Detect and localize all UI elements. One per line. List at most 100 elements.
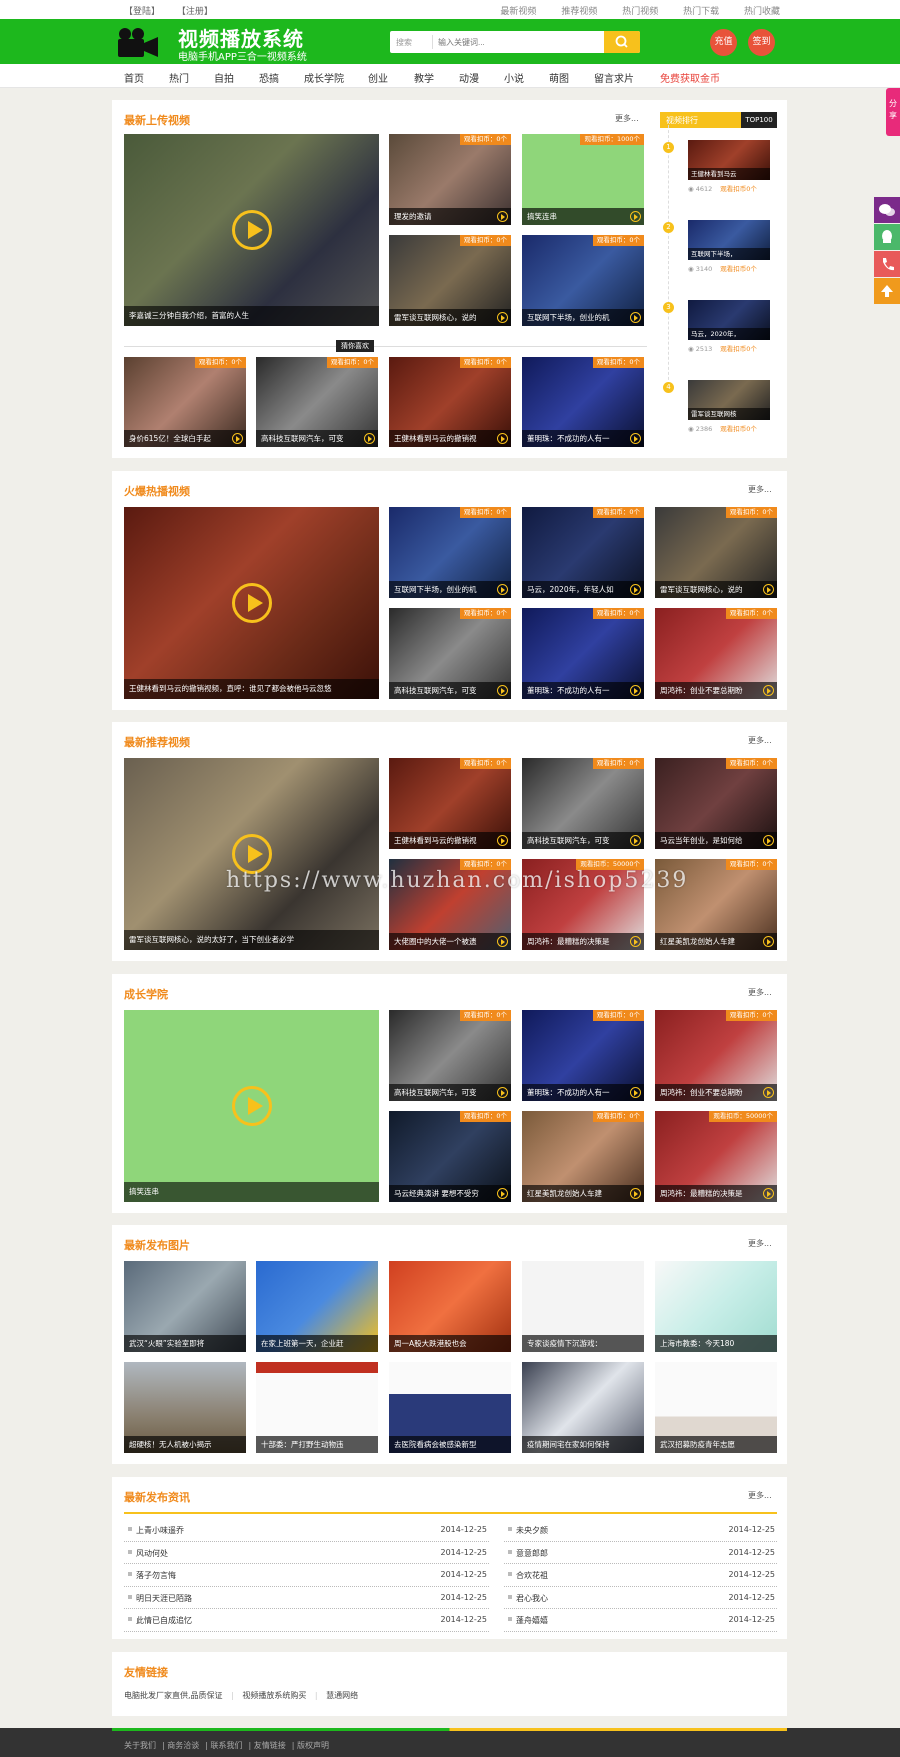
image-thumb[interactable]: 疫情期间宅在家如何保持 bbox=[522, 1362, 644, 1453]
quick-link[interactable]: 热门收藏 bbox=[744, 7, 780, 17]
nav-item[interactable]: 创业 bbox=[368, 70, 388, 85]
news-title[interactable]: 上青小味遥乔 bbox=[128, 1525, 184, 1536]
recharge-button[interactable]: 充值 bbox=[710, 29, 737, 56]
more-link[interactable]: 更多... bbox=[748, 735, 772, 746]
video-thumb[interactable]: 观看扣币：50000个 周鸿祎：最糟糕的决策是 bbox=[655, 1111, 777, 1202]
nav-item[interactable]: 动漫 bbox=[459, 70, 479, 85]
footer-link[interactable]: 版权声明 bbox=[297, 1741, 329, 1750]
nav-item[interactable]: 自拍 bbox=[214, 70, 234, 85]
video-thumb[interactable]: 观看扣币：0个 马云经典演讲 要想不受穷 bbox=[389, 1111, 511, 1202]
rank-item[interactable]: 马云，2020年， ◉ 2513 观看扣币0个 bbox=[688, 300, 770, 353]
nav-item-free-coins[interactable]: 免费获取金币 bbox=[660, 70, 720, 85]
image-thumb[interactable]: 武汉“火眼”实验室即将 bbox=[124, 1261, 246, 1352]
video-thumb[interactable]: 观看扣币：0个 马云，2020年，年轻人如 bbox=[522, 507, 644, 598]
nav-item[interactable]: 留言求片 bbox=[594, 70, 634, 85]
image-thumb[interactable]: 武汉招募防疫青年志愿 bbox=[655, 1362, 777, 1453]
featured-video[interactable]: 李嘉诚三分钟自我介绍，首富的人生 bbox=[124, 134, 379, 326]
footer-link[interactable]: 友情链接 bbox=[254, 1741, 286, 1750]
video-thumb[interactable]: 观看扣币：0个 互联网下半场，创业的机 bbox=[522, 235, 644, 326]
phone-icon[interactable] bbox=[874, 251, 900, 277]
nav-item[interactable]: 恐搞 bbox=[259, 70, 279, 85]
news-title[interactable]: 君心我心 bbox=[508, 1593, 548, 1604]
news-title[interactable]: 明日天涯已陌路 bbox=[128, 1593, 192, 1604]
back-to-top-icon[interactable] bbox=[874, 278, 900, 304]
featured-video[interactable]: 搞笑连串 bbox=[124, 1010, 379, 1202]
nav-item[interactable]: 小说 bbox=[504, 70, 524, 85]
news-item[interactable]: 蓬舟嬉嬉 2014-12-25 bbox=[504, 1609, 777, 1632]
image-thumb[interactable]: 十部委：严打野生动物违 bbox=[256, 1362, 378, 1453]
rank-thumb[interactable]: 雷军谈互联网核 bbox=[688, 380, 770, 420]
image-thumb[interactable]: 专家谈疫情下沉游戏： bbox=[522, 1261, 644, 1352]
video-thumb[interactable]: 观看扣币：0个 红星美凯龙创始人车建 bbox=[522, 1111, 644, 1202]
news-title[interactable]: 落子勿言悔 bbox=[128, 1570, 176, 1581]
footer-link[interactable]: 关于我们 bbox=[124, 1741, 156, 1750]
more-link[interactable]: 更多... bbox=[748, 484, 772, 495]
video-thumb[interactable]: 观看扣币：0个 互联网下半场，创业的机 bbox=[389, 507, 511, 598]
search-category-select[interactable]: 搜索 bbox=[396, 37, 412, 48]
friend-link[interactable]: 慧通网络 bbox=[326, 1691, 358, 1700]
signin-button[interactable]: 签到 bbox=[748, 29, 775, 56]
video-thumb[interactable]: 观看扣币：0个 雷军谈互联网核心，说的 bbox=[655, 507, 777, 598]
quick-link[interactable]: 热门视频 bbox=[622, 7, 658, 17]
video-thumb[interactable]: 观看扣币：0个 董明珠：不成功的人有一 bbox=[522, 357, 644, 447]
rank-thumb[interactable]: 互联网下半场， bbox=[688, 220, 770, 260]
news-item[interactable]: 落子勿言悔 2014-12-25 bbox=[124, 1564, 489, 1587]
rank-item[interactable]: 互联网下半场， ◉ 3140 观看扣币0个 bbox=[688, 220, 770, 273]
nav-item[interactable]: 教学 bbox=[414, 70, 434, 85]
featured-video[interactable]: 王健林看到马云的撤销视频，直呼：谁见了都会被他马云忽悠 bbox=[124, 507, 379, 699]
rank-item[interactable]: 王健林看到马云 ◉ 4612 观看扣币0个 bbox=[688, 140, 770, 193]
quick-link[interactable]: 热门下载 bbox=[683, 7, 719, 17]
login-link[interactable]: 【登陆】 bbox=[124, 7, 160, 17]
friend-link[interactable]: 电脑批发厂家直供,品质保证 bbox=[124, 1691, 223, 1700]
search-button[interactable] bbox=[604, 31, 640, 53]
news-item[interactable]: 上青小味遥乔 2014-12-25 bbox=[124, 1519, 489, 1542]
video-thumb[interactable]: 观看扣币：0个 身价615亿！全球白手起 bbox=[124, 357, 246, 447]
news-item[interactable]: 合欢花祖 2014-12-25 bbox=[504, 1564, 777, 1587]
share-tab[interactable]: 分享 bbox=[886, 88, 900, 136]
camera-icon[interactable] bbox=[116, 25, 160, 59]
news-title[interactable]: 风动何处 bbox=[128, 1548, 168, 1559]
news-item[interactable]: 明日天涯已陌路 2014-12-25 bbox=[124, 1587, 489, 1609]
image-thumb[interactable]: 周一A股大跌港股也会 bbox=[389, 1261, 511, 1352]
video-thumb[interactable]: 观看扣币：0个 董明珠：不成功的人有一 bbox=[522, 1010, 644, 1101]
video-thumb[interactable]: 观看扣币：0个 高科技互联网汽车，可变 bbox=[389, 1010, 511, 1101]
nav-item[interactable]: 萌图 bbox=[549, 70, 569, 85]
image-thumb[interactable]: 超硬核！无人机被小揭示 bbox=[124, 1362, 246, 1453]
search-input[interactable] bbox=[438, 32, 588, 52]
video-thumb[interactable]: 观看扣币：0个 董明珠：不成功的人有一 bbox=[522, 608, 644, 699]
image-thumb[interactable]: 去医院看病会被感染新型 bbox=[389, 1362, 511, 1453]
video-thumb[interactable]: 观看扣币：0个 雷军谈互联网核心，说的 bbox=[389, 235, 511, 326]
video-thumb[interactable]: 观看扣币：0个 马云当年创业，是如何给 bbox=[655, 758, 777, 849]
video-thumb[interactable]: 观看扣币：0个 高科技互联网汽车，可变 bbox=[256, 357, 378, 447]
news-item[interactable]: 未央夕颜 2014-12-25 bbox=[504, 1519, 777, 1542]
video-thumb[interactable]: 观看扣币：0个 周鸿祎：创业不要总期盼 bbox=[655, 1010, 777, 1101]
image-thumb[interactable]: 上海市教委：今天180 bbox=[655, 1261, 777, 1352]
rank-thumb[interactable]: 王健林看到马云 bbox=[688, 140, 770, 180]
news-item[interactable]: 此情已自成追忆 2014-12-25 bbox=[124, 1609, 489, 1632]
news-title[interactable]: 此情已自成追忆 bbox=[128, 1615, 192, 1626]
register-link[interactable]: 【注册】 bbox=[177, 7, 213, 17]
video-thumb[interactable]: 观看扣币：0个 高科技互联网汽车，可变 bbox=[522, 758, 644, 849]
wechat-icon[interactable] bbox=[874, 197, 900, 223]
video-thumb[interactable]: 观看扣币：0个 周鸿祎：创业不要总期盼 bbox=[655, 608, 777, 699]
image-thumb[interactable]: 在家上班第一天，企业赶 bbox=[256, 1261, 378, 1352]
quick-link[interactable]: 推荐视频 bbox=[561, 7, 597, 17]
rank-item[interactable]: 雷军谈互联网核 ◉ 2386 观看扣币0个 bbox=[688, 380, 770, 433]
qq-icon[interactable] bbox=[874, 224, 900, 250]
nav-item[interactable]: 首页 bbox=[124, 70, 144, 85]
more-link[interactable]: 更多... bbox=[748, 987, 772, 998]
nav-item[interactable]: 热门 bbox=[169, 70, 189, 85]
video-thumb[interactable]: 观看扣币：0个 理发的邀请 bbox=[389, 134, 511, 225]
rank-thumb[interactable]: 马云，2020年， bbox=[688, 300, 770, 340]
news-item[interactable]: 意意郎郎 2014-12-25 bbox=[504, 1542, 777, 1564]
news-item[interactable]: 君心我心 2014-12-25 bbox=[504, 1587, 777, 1609]
video-thumb[interactable]: 观看扣币：0个 王健林看到马云的撤销视 bbox=[389, 357, 511, 447]
footer-link[interactable]: 联系我们 bbox=[211, 1741, 243, 1750]
news-item[interactable]: 风动何处 2014-12-25 bbox=[124, 1542, 489, 1564]
video-thumb[interactable]: 观看扣币：0个 王健林看到马云的撤销视 bbox=[389, 758, 511, 849]
friend-link[interactable]: 视频播放系统购买 bbox=[242, 1691, 306, 1700]
featured-video[interactable]: 雷军谈互联网核心，说的太好了，当下创业者必学 bbox=[124, 758, 379, 950]
news-title[interactable]: 合欢花祖 bbox=[508, 1570, 548, 1581]
news-title[interactable]: 蓬舟嬉嬉 bbox=[508, 1615, 548, 1626]
news-title[interactable]: 意意郎郎 bbox=[508, 1548, 548, 1559]
